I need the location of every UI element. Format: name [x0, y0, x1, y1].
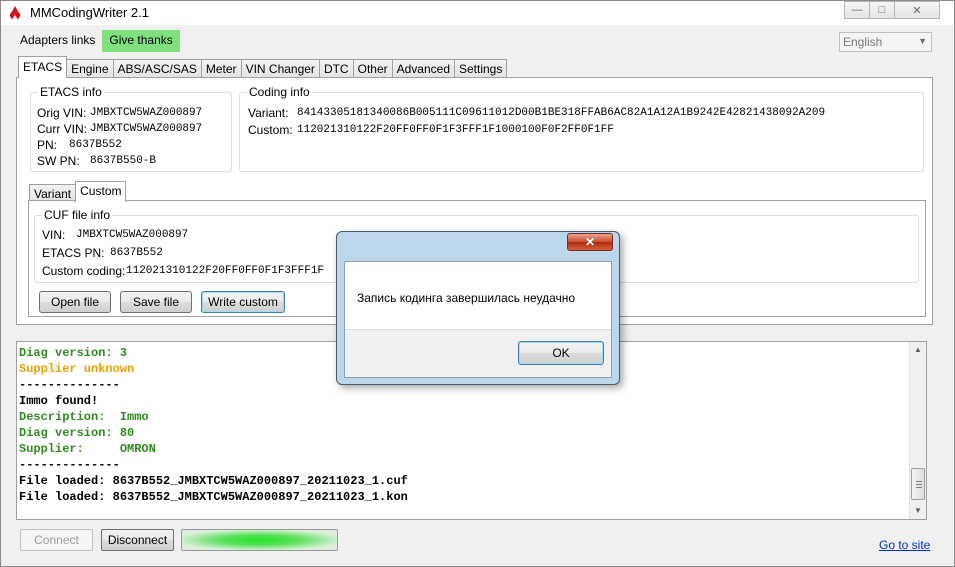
main-tabs: ETACS Engine ABS/ASC/SAS Meter VIN Chang…	[18, 56, 508, 78]
cuf-etacs-pn-label: ETACS PN:	[42, 246, 105, 260]
pn-label: PN:	[37, 138, 58, 152]
cuf-vin-label: VIN:	[42, 228, 66, 242]
custom-value: 112021310122F20FF0FF0F1F3FFF1F1000100F0F…	[297, 124, 614, 136]
log-scrollbar[interactable]: ▲ ▼	[909, 342, 926, 519]
orig-vin-label: Orig VIN:	[37, 106, 87, 120]
chevron-down-icon: ▼	[918, 36, 927, 46]
scroll-up-icon[interactable]: ▲	[910, 342, 926, 358]
variant-label: Variant:	[248, 106, 289, 120]
close-icon: ✕	[912, 4, 922, 17]
tab-settings[interactable]: Settings	[454, 59, 508, 78]
language-value: English	[843, 35, 883, 49]
tab-engine[interactable]: Engine	[66, 59, 114, 78]
save-file-button[interactable]: Save file	[120, 291, 192, 313]
subtab-custom[interactable]: Custom	[75, 181, 127, 202]
cuf-custom-coding-value: 112021310122F20FF0FF0F1F3FFF1F	[126, 265, 325, 277]
go-to-site-link[interactable]: Go to site	[879, 538, 930, 552]
log-line: File loaded: 8637B552_JMBXTCW5WAZ000897_…	[19, 474, 408, 488]
close-window-button[interactable]: ✕	[894, 1, 940, 19]
log-line: --------------	[19, 458, 120, 472]
curr-vin-value: JMBXTCW5WAZ000897	[90, 123, 203, 135]
open-file-button[interactable]: Open file	[39, 291, 111, 313]
dialog-close-button[interactable]: ✕	[567, 233, 613, 251]
orig-vin-value: JMBXTCW5WAZ000897	[90, 107, 203, 119]
log-line: File loaded: 8637B552_JMBXTCW5WAZ000897_…	[19, 490, 408, 504]
message-dialog: ✕ Запись кодинга завершилась неудачно OK	[336, 231, 620, 385]
app-window: MMCodingWriter 2.1 — □ ✕ Adapters links …	[0, 0, 955, 567]
connection-progress-bar	[181, 529, 338, 551]
dialog-message: Запись кодинга завершилась неудачно	[357, 291, 576, 305]
variant-value: 84143305181340086B005111C09611012D00B1BE…	[297, 107, 826, 119]
curr-vin-label: Curr VIN:	[37, 122, 88, 136]
cuf-vin-value: JMBXTCW5WAZ000897	[76, 229, 189, 241]
sw-pn-value: 8637B550-B	[90, 155, 157, 167]
coding-info-group: Coding info Variant: 84143305181340086B0…	[239, 85, 924, 172]
tab-advanced[interactable]: Advanced	[391, 59, 455, 78]
log-line: Description: Immo	[19, 410, 149, 424]
tab-etacs[interactable]: ETACS	[18, 56, 68, 78]
sw-pn-label: SW PN:	[37, 154, 80, 168]
disconnect-button[interactable]: Disconnect	[101, 529, 174, 551]
close-icon: ✕	[584, 235, 596, 249]
minimize-icon: —	[851, 4, 863, 16]
connect-button[interactable]: Connect	[20, 529, 93, 551]
menu-give-thanks[interactable]: Give thanks	[102, 30, 180, 52]
progress-fill	[182, 530, 337, 550]
cuf-custom-coding-label: Custom coding:	[42, 264, 126, 278]
write-custom-button[interactable]: Write custom	[201, 291, 285, 313]
cuf-file-info-title: CUF file info	[42, 208, 113, 222]
tab-dtc[interactable]: DTC	[318, 59, 354, 78]
window-controls: — □ ✕	[844, 1, 940, 19]
minimize-button[interactable]: —	[844, 1, 870, 19]
pn-value: 8637B552	[69, 139, 122, 151]
tab-meter[interactable]: Meter	[200, 59, 242, 78]
dialog-footer: OK	[345, 329, 611, 377]
window-title: MMCodingWriter 2.1	[30, 5, 149, 20]
maximize-icon: □	[878, 4, 886, 16]
language-select[interactable]: English ▼	[839, 32, 932, 52]
tab-abs-asc-sas[interactable]: ABS/ASC/SAS	[112, 59, 202, 78]
custom-label: Custom:	[248, 123, 293, 137]
coding-info-title: Coding info	[247, 85, 312, 99]
title-bar: MMCodingWriter 2.1 — □ ✕	[1, 1, 954, 25]
log-line: Diag version: 80	[19, 426, 135, 440]
app-logo-icon	[9, 6, 21, 20]
log-line: Immo found!	[19, 394, 99, 408]
log-line: Supplier: OMRON	[19, 442, 156, 456]
etacs-info-title: ETACS info	[38, 85, 104, 99]
scroll-down-icon[interactable]: ▼	[910, 503, 926, 519]
etacs-info-group: ETACS info Orig VIN: JMBXTCW5WAZ000897 C…	[30, 85, 232, 172]
maximize-button[interactable]: □	[869, 1, 895, 19]
coding-subtabs: Variant Custom	[29, 181, 127, 202]
tab-vin-changer[interactable]: VIN Changer	[240, 59, 320, 78]
menu-adapters-links[interactable]: Adapters links	[13, 30, 102, 52]
cuf-etacs-pn-value: 8637B552	[110, 247, 163, 259]
ok-button[interactable]: OK	[518, 341, 604, 365]
scroll-thumb[interactable]	[911, 468, 925, 500]
dialog-body: Запись кодинга завершилась неудачно OK	[344, 261, 612, 378]
tab-other[interactable]: Other	[352, 59, 393, 78]
menu-bar: Adapters links Give thanks	[13, 30, 180, 52]
